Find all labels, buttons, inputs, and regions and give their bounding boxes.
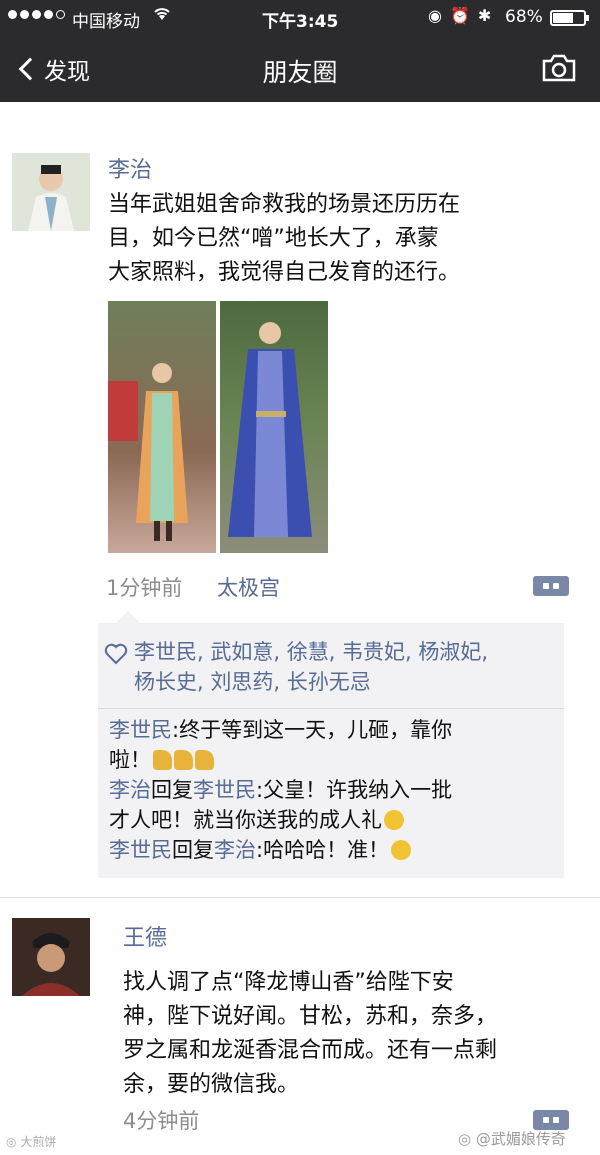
dizzy-face-emoji xyxy=(384,810,404,830)
comment-text: :终于等到这一天，儿砸，靠你 xyxy=(172,718,453,742)
watermark-right: ◎ @武媚娘传奇 xyxy=(458,1128,566,1149)
post-text: 找人调了点“降龙博山香”给陛下安 神，陛下说好闻。甘松，苏和，奈多， 罗之属和龙… xyxy=(123,966,573,1102)
likes-line: 杨长史, 刘思药, 长孙无忌 xyxy=(134,670,371,694)
avatar[interactable] xyxy=(12,153,90,231)
post-text-line: 神，陛下说好闻。甘松，苏和，奈多， xyxy=(123,1004,498,1029)
comment-text: :父皇！许我纳入一批 xyxy=(256,778,453,802)
comment-item[interactable]: 李世民:终于等到这一天，儿砸，靠你 啦！ xyxy=(109,715,549,775)
page-title: 朋友圈 xyxy=(262,58,338,87)
reply-word: 回复 xyxy=(172,838,214,862)
reply-to-user[interactable]: 李世民 xyxy=(193,778,256,802)
reply-to-user[interactable]: 李治 xyxy=(214,838,256,862)
comment-text: 才人吧！就当你送我的成人礼 xyxy=(109,808,382,832)
battery-percent: 68% xyxy=(505,7,543,27)
alarm-icon: ⏰ xyxy=(449,6,478,25)
avatar[interactable] xyxy=(12,918,90,996)
watermark-text: 大煎饼 xyxy=(20,1135,57,1149)
watermark-text: @武媚娘传奇 xyxy=(475,1130,566,1148)
nav-bar: 发现 朋友圈 xyxy=(0,36,600,102)
post-text-line: 大家照料，我觉得自己发育的还行。 xyxy=(108,260,461,285)
likes-comments-box: 李世民, 武如意, 徐慧, 韦贵妃, 杨淑妃, 杨长史, 刘思药, 长孙无忌 李… xyxy=(98,611,564,878)
post-text-line: 当年武姐姐舍命救我的场景还历历在 xyxy=(108,192,461,217)
battery-icon xyxy=(550,10,589,26)
weibo-logo: ◎ xyxy=(458,1130,472,1148)
wifi-icon xyxy=(152,6,172,26)
post-photo[interactable] xyxy=(108,301,328,553)
likes-line: 李世民, 武如意, 徐慧, 韦贵妃, 杨淑妃, xyxy=(134,640,489,664)
post-text: 当年武姐姐舍命救我的场景还历历在 目，如今已然“噌”地长大了，承蒙 大家照料，我… xyxy=(108,188,548,290)
comment-more-button[interactable] xyxy=(533,1110,569,1130)
bluetooth-icon: ✱ xyxy=(477,6,500,25)
comment-item[interactable]: 李治回复李世民:父皇！许我纳入一批 才人吧！就当你送我的成人礼 xyxy=(109,775,549,835)
comment-user[interactable]: 李世民 xyxy=(109,838,172,862)
comment-text: 啦！ xyxy=(109,748,151,772)
grinning-face-emoji xyxy=(391,840,412,860)
thumbs-up-emoji xyxy=(153,750,172,770)
clock-time: 下午3:45 xyxy=(262,12,339,32)
post-text-line: 余，要的微信我。 xyxy=(123,1072,300,1097)
system-icons: ◉⏰✱ xyxy=(428,6,499,25)
comment-more-button[interactable] xyxy=(533,576,569,596)
watermark-left: ◎ 大煎饼 xyxy=(6,1133,56,1150)
comment-text: :哈哈哈！准！ xyxy=(256,838,390,862)
heart-icon xyxy=(104,643,128,669)
comment-item[interactable]: 李世民回复李治:哈哈哈！准！ xyxy=(109,835,549,865)
signal-icon xyxy=(8,10,65,19)
carrier-label: 中国移动 xyxy=(72,12,140,32)
post-text-line: 罗之属和龙涎香混合而成。还有一点剩 xyxy=(123,1038,498,1063)
post-author-name[interactable]: 王德 xyxy=(123,920,167,952)
reply-word: 回复 xyxy=(151,778,193,802)
comment-user[interactable]: 李治 xyxy=(109,778,151,802)
thumbs-up-emoji xyxy=(174,750,193,770)
post-text-line: 目，如今已然“噌”地长大了，承蒙 xyxy=(108,226,439,251)
post-divider xyxy=(0,897,600,898)
weibo-logo: ◎ xyxy=(6,1135,17,1149)
post-author-name[interactable]: 李治 xyxy=(108,152,152,184)
post-time: 4分钟前 xyxy=(123,1109,200,1133)
camera-icon[interactable] xyxy=(541,54,577,82)
likes-row: 李世民, 武如意, 徐慧, 韦贵妃, 杨淑妃, 杨长史, 刘思药, 长孙无忌 xyxy=(98,623,564,709)
post-text-line: 找人调了点“降龙博山香”给陛下安 xyxy=(123,970,454,995)
lock-rotation-icon: ◉ xyxy=(428,6,450,25)
post-location[interactable]: 太极宫 xyxy=(217,572,280,602)
thumbs-up-emoji xyxy=(195,750,214,770)
comment-user[interactable]: 李世民 xyxy=(109,718,172,742)
post-time: 1分钟前 xyxy=(106,576,183,600)
status-bar: 中国移动 下午3:45 ◉⏰✱ 68% xyxy=(0,0,600,36)
likes-names[interactable]: 李世民, 武如意, 徐慧, 韦贵妃, 杨淑妃, 杨长史, 刘思药, 长孙无忌 xyxy=(134,637,554,697)
